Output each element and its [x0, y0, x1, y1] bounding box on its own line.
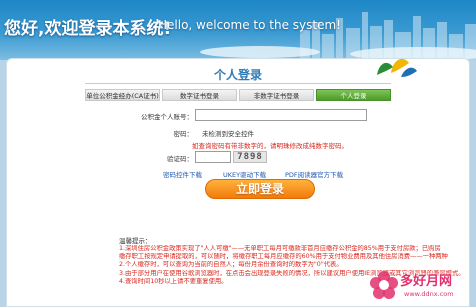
ukey-driver-download-link[interactable]: UKEY驱动下载: [223, 169, 266, 179]
welcome-title-en: Hello, welcome to the system!: [158, 18, 341, 32]
password-control-status[interactable]: 未检测到安全控件: [202, 128, 254, 138]
welcome-title-cn: 您好,欢迎登录本系统!: [4, 19, 172, 39]
account-label: 公积金个人账号：: [141, 113, 193, 121]
captcha-image[interactable]: 7898: [233, 151, 267, 163]
captcha-input[interactable]: [195, 151, 231, 163]
tab-personal-login[interactable]: 个人登录: [316, 89, 391, 101]
tips-title: 温馨提示：: [119, 237, 152, 245]
tab-non-digital-cert[interactable]: 非数字证书登录: [239, 89, 314, 101]
login-button[interactable]: 立即登录: [205, 179, 315, 199]
leaf-logo-icon: [377, 58, 417, 77]
account-input[interactable]: [195, 109, 367, 121]
header-banner: 您好,欢迎登录本系统! Hello, welcome to the system…: [0, 0, 476, 60]
password-label: 密码：: [173, 130, 194, 138]
tab-digital-cert[interactable]: 数字证书登录: [162, 89, 237, 101]
login-tabs: 单位公积金经办(CA证书) 数字证书登录 非数字证书登录 个人登录: [85, 89, 391, 101]
pdf-reader-download-link[interactable]: PDF阅读器官方下载: [285, 169, 343, 179]
tab-unit-ca[interactable]: 单位公积金经办(CA证书): [85, 89, 160, 101]
watermark-url: www.ddnx.com: [404, 290, 454, 298]
tip-line: 缴存职工按规定申请提取的，可以随时，将缴存职工每月应缴存的60%用于支付物业费用…: [119, 253, 448, 261]
captcha-label: 验证码：: [167, 155, 193, 163]
watermark-text: 多好月网: [400, 274, 453, 289]
password-control-download-link[interactable]: 密码控件下载: [163, 169, 202, 179]
password-warning: 如查询密码有带非数字的，请明珠修改成纯数字密码。: [192, 142, 348, 150]
tip-line: 1.深圳住房公积金政策实现了"人人可缴"——无单职工每月可缴款非首月应缴存公积金…: [119, 245, 441, 252]
title-divider: [85, 83, 391, 84]
